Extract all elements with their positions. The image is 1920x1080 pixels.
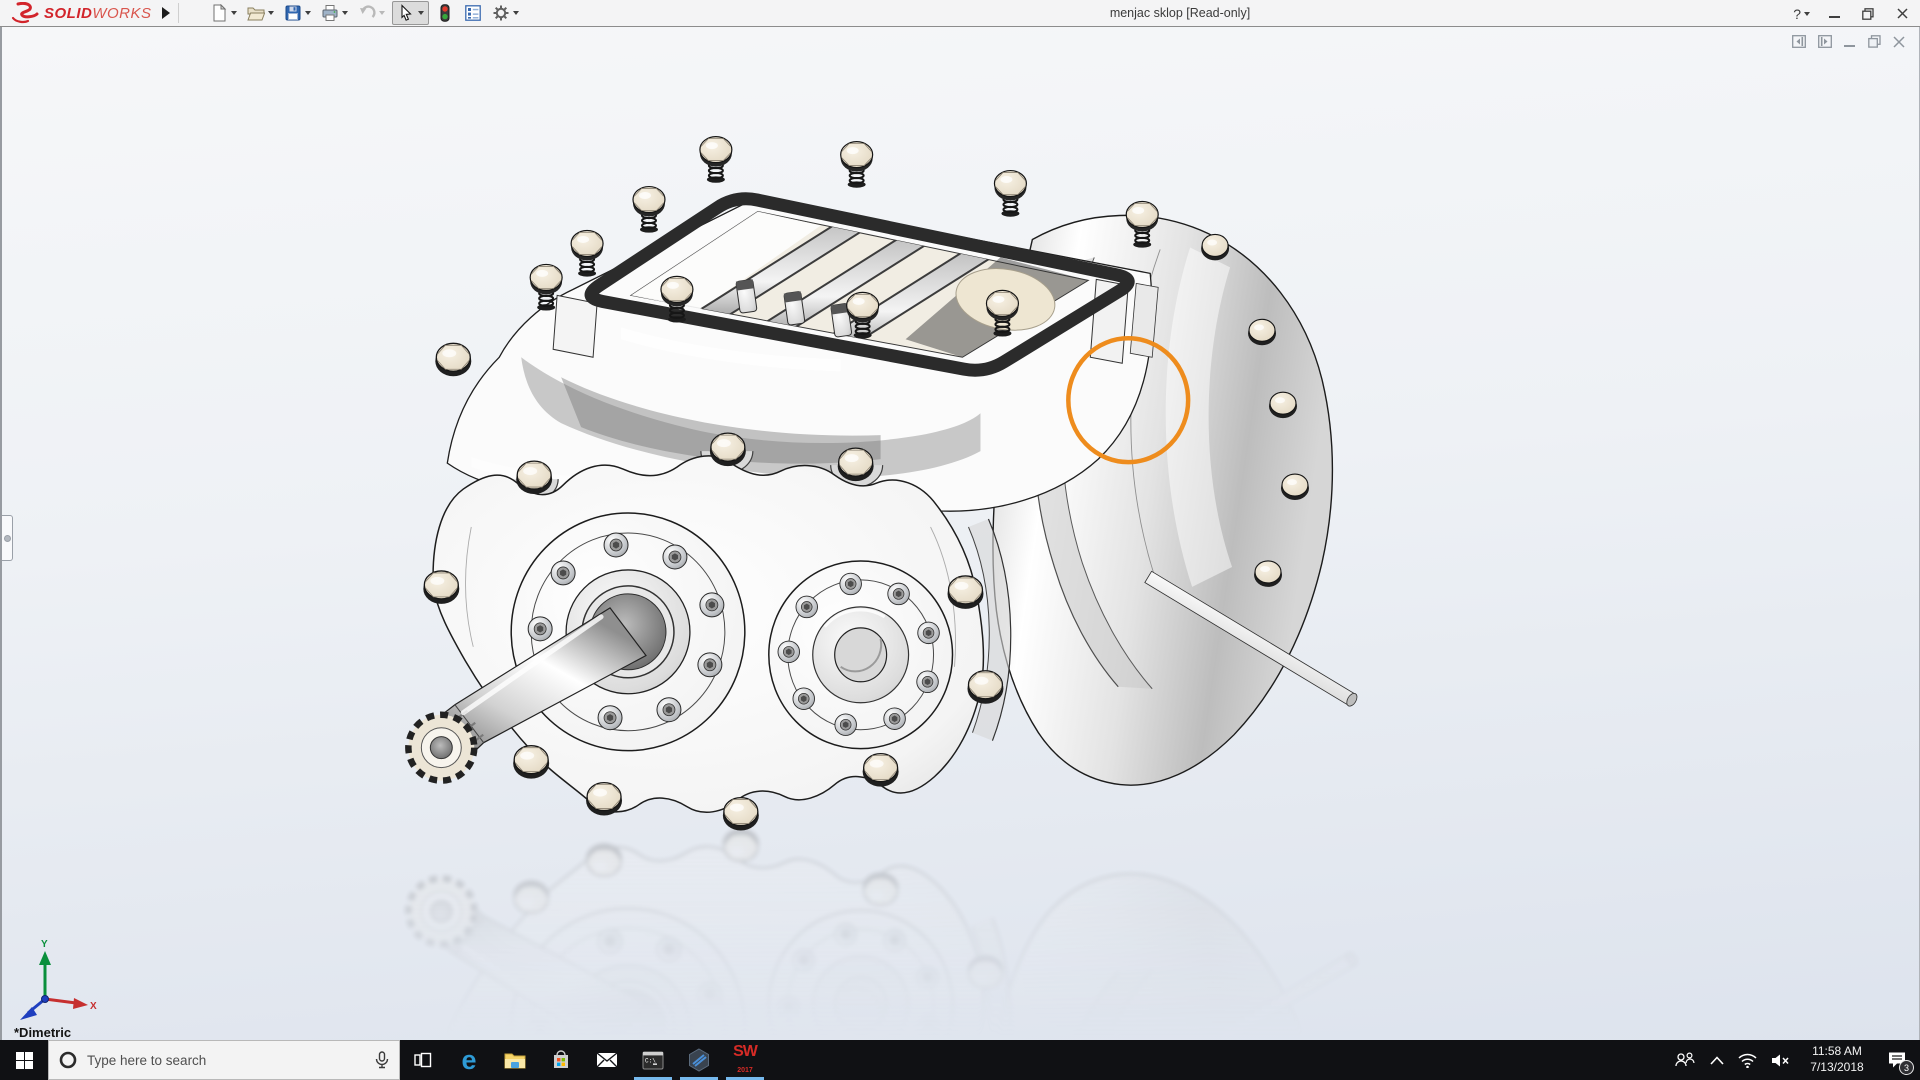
doc-restore-icon[interactable]	[1868, 35, 1881, 48]
volume-muted-icon[interactable]	[1771, 1053, 1790, 1068]
edge-icon: e	[461, 1044, 477, 1075]
solidworks-window: SOLIDWORKS menjac sklop [Read-only] ? Y …	[0, 0, 1920, 1080]
titlebar-controls: ?	[1793, 0, 1912, 27]
help-button[interactable]: ?	[1793, 6, 1810, 22]
display-settings-icon	[464, 5, 481, 21]
undo-button[interactable]	[355, 1, 388, 25]
clock-time: 11:58 AM	[1812, 1044, 1862, 1059]
hexagon-app-icon	[689, 1048, 709, 1072]
restore-icon	[1862, 7, 1874, 20]
logo-works: WORKS	[92, 4, 152, 22]
windows-taskbar: e C:	[0, 1040, 1920, 1080]
window-title: menjac sklop [Read-only]	[1109, 6, 1251, 20]
print-button[interactable]	[318, 1, 351, 25]
windows-logo-icon	[15, 1051, 33, 1069]
people-icon[interactable]	[1674, 1052, 1696, 1068]
graphics-area[interactable]: Y X *Dimetric	[0, 27, 1920, 1040]
help-icon: ?	[1793, 5, 1801, 22]
select-cursor-icon	[400, 4, 412, 21]
collapse-pane-left-icon[interactable]	[1792, 35, 1806, 48]
doc-close-icon[interactable]	[1893, 35, 1905, 48]
command-prompt-button[interactable]: C:\	[630, 1040, 676, 1080]
edge-button[interactable]: e	[446, 1040, 492, 1080]
solidworks-logo: SOLIDWORKS	[0, 0, 152, 26]
file-explorer-button[interactable]	[492, 1040, 538, 1080]
gearbox-model	[2, 135, 1919, 1040]
open-button[interactable]	[244, 1, 277, 25]
help-dropdown-caret[interactable]	[1804, 11, 1810, 16]
store-icon	[554, 1050, 568, 1068]
save-button[interactable]	[281, 1, 314, 25]
taskbar-search[interactable]	[48, 1040, 400, 1080]
command-prompt-icon: C:\	[642, 1051, 664, 1069]
undo-dropdown-caret[interactable]	[378, 11, 385, 15]
solidworks-2017-button[interactable]: SW 2017	[722, 1040, 768, 1080]
search-input[interactable]	[87, 1052, 365, 1068]
restore-button[interactable]	[1858, 4, 1878, 24]
logo-solid: SOLID	[44, 4, 93, 22]
wifi-icon[interactable]	[1738, 1053, 1757, 1068]
cmd-prompt-text: C:\	[645, 1057, 656, 1064]
orientation-triad[interactable]: Y X	[10, 937, 100, 1032]
minimize-button[interactable]	[1824, 4, 1844, 24]
task-view-button[interactable]	[400, 1040, 446, 1080]
file-explorer-icon	[504, 1053, 526, 1069]
system-tray: 11:58 AM 7/13/2018 3	[1674, 1040, 1920, 1080]
microphone-icon[interactable]	[375, 1051, 389, 1069]
select-dropdown-caret[interactable]	[417, 11, 424, 15]
print-dropdown-caret[interactable]	[341, 11, 348, 15]
collapse-pane-right-icon[interactable]	[1818, 35, 1832, 48]
view-orientation-label: *Dimetric	[14, 1025, 72, 1040]
rebuild-button[interactable]	[433, 1, 457, 25]
logo-wordmark: SOLIDWORKS	[44, 5, 152, 22]
rebuild-traffic-light-icon	[440, 4, 450, 22]
close-button[interactable]	[1892, 4, 1912, 24]
model-reflection	[408, 829, 1359, 1040]
minimize-icon	[1828, 16, 1840, 18]
options-gear-icon	[493, 5, 509, 21]
taskbar-clock[interactable]: 11:58 AM 7/13/2018	[1804, 1044, 1870, 1075]
sw-year: 2017	[737, 1067, 753, 1074]
document-window-controls	[1792, 35, 1905, 48]
save-dropdown-caret[interactable]	[304, 11, 311, 15]
notification-badge: 3	[1899, 1060, 1914, 1075]
main-toolbar	[205, 0, 524, 26]
options-button[interactable]	[489, 1, 522, 25]
solidworks-2017-icon: SW 2017	[733, 1043, 758, 1076]
display-settings-button[interactable]	[461, 1, 485, 25]
toolbar-separator	[177, 3, 179, 23]
new-document-icon	[213, 4, 226, 22]
mail-button[interactable]	[584, 1040, 630, 1080]
select-tool-button[interactable]	[391, 1, 429, 25]
feature-tree-collapsed-tab[interactable]	[2, 515, 13, 561]
cortana-icon	[59, 1051, 77, 1069]
options-dropdown-caret[interactable]	[512, 11, 519, 15]
start-button[interactable]	[0, 1040, 48, 1080]
mail-icon	[596, 1052, 618, 1068]
print-icon	[322, 5, 338, 21]
title-bar: SOLIDWORKS menjac sklop [Read-only] ?	[0, 0, 1920, 27]
action-center-button[interactable]: 3	[1884, 1047, 1914, 1075]
store-button[interactable]	[538, 1040, 584, 1080]
solidworks-logo-icon	[11, 2, 39, 24]
close-icon	[1896, 8, 1908, 19]
undo-icon	[359, 5, 376, 18]
triad-y-label: Y	[41, 939, 48, 950]
doc-minimize-icon[interactable]	[1844, 36, 1856, 48]
save-floppy-icon	[285, 5, 301, 21]
hexagon-app-button[interactable]	[676, 1040, 722, 1080]
sw-label: SW	[733, 1043, 758, 1060]
open-dropdown-caret[interactable]	[267, 11, 274, 15]
flyout-arrow-icon[interactable]	[161, 7, 170, 19]
clock-date: 7/13/2018	[1810, 1060, 1864, 1074]
task-view-icon	[414, 1052, 432, 1068]
new-dropdown-caret[interactable]	[230, 11, 237, 15]
open-folder-icon	[246, 7, 265, 21]
triad-x-label: X	[90, 1001, 97, 1012]
chevron-up-icon[interactable]	[1710, 1055, 1724, 1065]
new-document-button[interactable]	[207, 1, 240, 25]
